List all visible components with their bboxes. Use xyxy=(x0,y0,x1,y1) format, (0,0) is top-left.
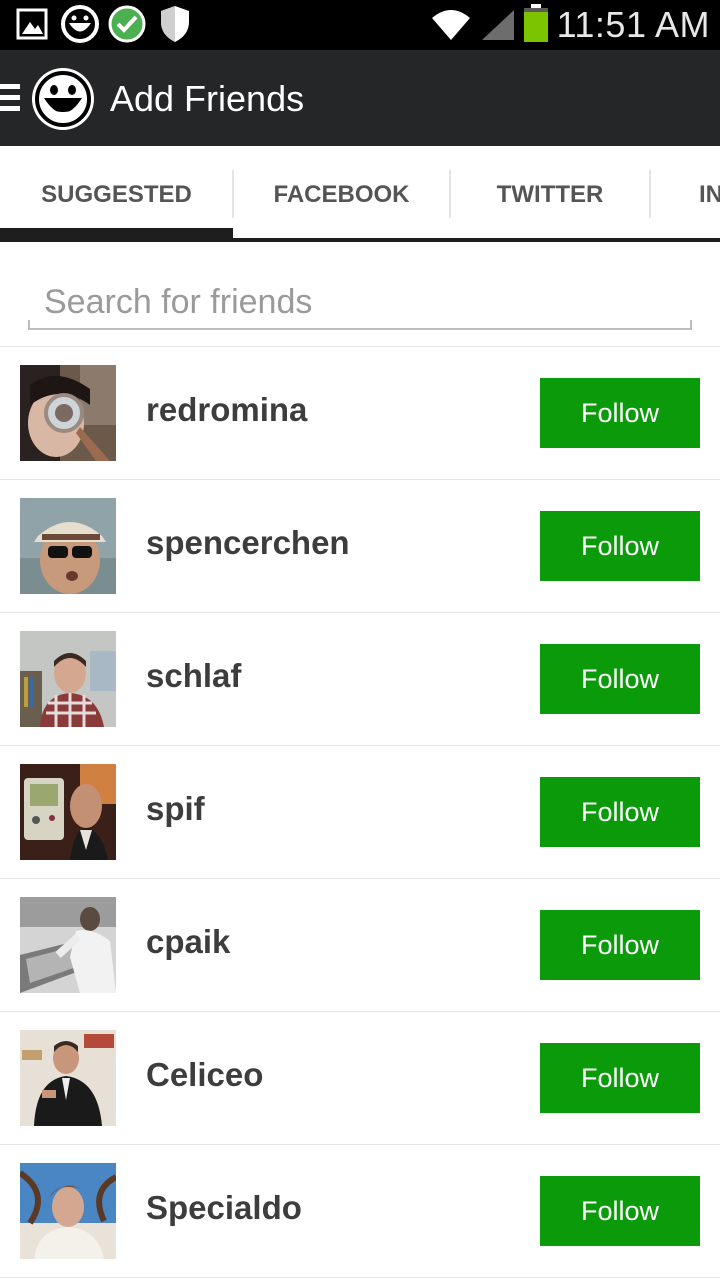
friend-name: spif xyxy=(146,790,205,827)
battery-icon xyxy=(522,4,550,49)
action-bar: Add Friends xyxy=(0,50,720,146)
avatar[interactable] xyxy=(20,1163,116,1259)
smiley-logo-icon[interactable] xyxy=(30,66,96,132)
friend-list: redromina Follow spencerchen Follow schl… xyxy=(0,347,720,1278)
friend-name: Celiceo xyxy=(146,1056,264,1093)
list-item: spencerchen Follow xyxy=(0,480,720,613)
check-circle-icon xyxy=(108,5,146,48)
follow-button[interactable]: Follow xyxy=(540,1176,700,1246)
follow-button[interactable]: Follow xyxy=(540,910,700,980)
avatar[interactable] xyxy=(20,764,116,860)
avatar[interactable] xyxy=(20,1030,116,1126)
follow-button[interactable]: Follow xyxy=(540,644,700,714)
avatar[interactable] xyxy=(20,498,116,594)
hamburger-menu-icon[interactable] xyxy=(0,84,22,114)
list-item: spif Follow xyxy=(0,746,720,879)
list-item: Specialdo Follow xyxy=(0,1145,720,1278)
list-item: Celiceo Follow xyxy=(0,1012,720,1145)
follow-button[interactable]: Follow xyxy=(540,1043,700,1113)
tab-in[interactable]: IN xyxy=(699,170,720,220)
tab-twitter[interactable]: TWITTER xyxy=(451,170,649,220)
wifi-icon xyxy=(430,6,472,47)
signal-icon xyxy=(480,8,516,47)
gallery-icon xyxy=(16,8,48,45)
follow-button[interactable]: Follow xyxy=(540,777,700,847)
list-item: cpaik Follow xyxy=(0,879,720,1012)
friend-name: spencerchen xyxy=(146,524,350,561)
search-underline-edge xyxy=(690,320,692,330)
friend-name: Specialdo xyxy=(146,1189,302,1226)
friend-name: cpaik xyxy=(146,923,231,960)
app-smiley-icon xyxy=(60,4,100,49)
follow-button[interactable]: Follow xyxy=(540,511,700,581)
page-title: Add Friends xyxy=(110,78,305,119)
list-item: redromina Follow xyxy=(0,347,720,480)
tab-facebook[interactable]: FACEBOOK xyxy=(234,170,449,220)
list-item: schlaf Follow xyxy=(0,613,720,746)
tab-bar: SUGGESTED FACEBOOK TWITTER IN xyxy=(0,146,720,242)
tab-suggested[interactable]: SUGGESTED xyxy=(0,170,233,220)
clock-time: 11:51 AM xyxy=(556,4,710,45)
search-section xyxy=(0,242,720,347)
friend-name: schlaf xyxy=(146,657,242,694)
search-input[interactable] xyxy=(28,276,692,330)
status-bar: 11:51 AM xyxy=(0,0,720,50)
tab-divider xyxy=(649,170,651,218)
avatar[interactable] xyxy=(20,631,116,727)
avatar[interactable] xyxy=(20,365,116,461)
follow-button[interactable]: Follow xyxy=(540,378,700,448)
shield-icon xyxy=(158,4,192,49)
friend-name: redromina xyxy=(146,391,308,428)
tab-selected-indicator xyxy=(0,228,233,242)
search-underline-edge xyxy=(28,320,30,330)
avatar[interactable] xyxy=(20,897,116,993)
